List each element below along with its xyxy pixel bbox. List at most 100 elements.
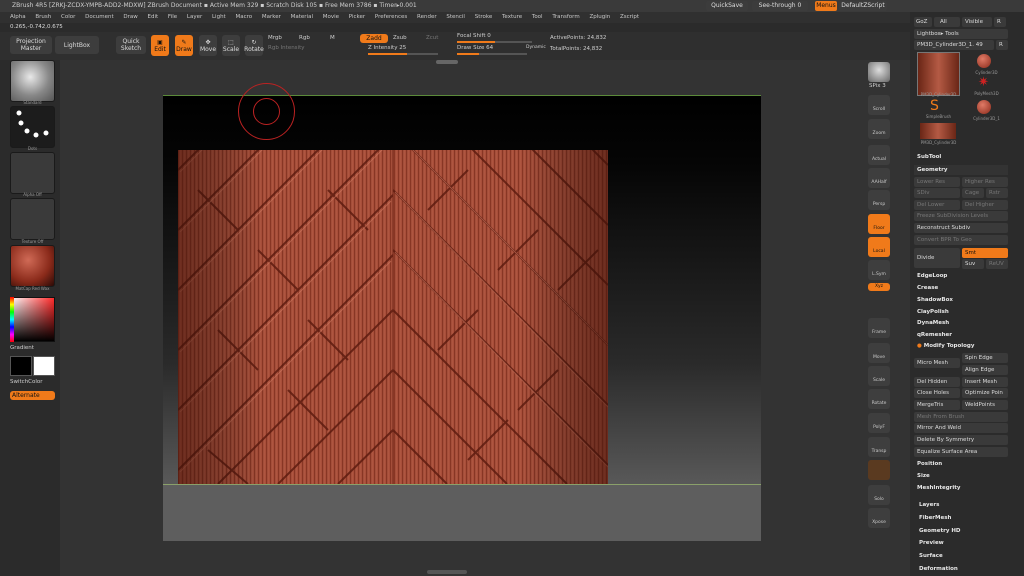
claypolish-header[interactable]: ClayPolish	[914, 307, 1008, 317]
menu-preferences[interactable]: Preferences	[375, 14, 407, 20]
zcut-button[interactable]: Zcut	[426, 35, 438, 41]
geometry-header[interactable]: Geometry	[914, 165, 1008, 175]
secondary-color-swatch[interactable]	[33, 356, 55, 376]
texture-off-thumb[interactable]	[10, 198, 55, 240]
mergetris-button[interactable]: MergeTris	[914, 400, 960, 410]
alternate-button[interactable]: Alternate	[10, 391, 55, 400]
del-lower-button[interactable]: Del Lower	[914, 200, 960, 210]
move-view-button[interactable]: Move	[868, 343, 890, 363]
modify-topology-header[interactable]: ● Modify Topology	[914, 341, 1008, 351]
polyframe-button[interactable]: PolyF	[868, 413, 890, 433]
lower-res-button[interactable]: Lower Res	[914, 177, 960, 187]
size-header[interactable]: Size	[914, 471, 1008, 481]
tool-thumb-pm3d-cylinder[interactable]	[917, 52, 960, 96]
convert-bpr-button[interactable]: Convert BPR To Geo	[914, 235, 1008, 245]
spin-edge-button[interactable]: Spin Edge	[962, 353, 1008, 363]
deformation-header[interactable]: Deformation	[916, 564, 1010, 574]
rgb-intensity-slider[interactable]: Rgb Intensity	[268, 45, 305, 51]
freeze-subdiv-button[interactable]: Freeze SubDivision Levels	[914, 211, 1008, 221]
focal-shift-slider[interactable]: Focal Shift 0	[457, 33, 491, 39]
xyz-rotate-button[interactable]: Xyz	[868, 283, 890, 291]
spix-slider[interactable]: SPix 3	[869, 83, 886, 89]
menu-macro[interactable]: Macro	[235, 14, 252, 20]
z-intensity-track[interactable]	[368, 53, 438, 55]
weldpoints-button[interactable]: WeldPoints	[962, 400, 1008, 410]
menu-layer[interactable]: Layer	[187, 14, 202, 20]
suv-toggle[interactable]: Suv	[962, 259, 984, 269]
menu-light[interactable]: Light	[212, 14, 226, 20]
gradient-toggle[interactable]: Gradient	[10, 345, 34, 351]
aahalf-button[interactable]: AAHalf	[868, 168, 890, 188]
menu-edit[interactable]: Edit	[148, 14, 159, 20]
menu-tool[interactable]: Tool	[532, 14, 543, 20]
focal-shift-track[interactable]	[457, 41, 532, 43]
menu-alpha[interactable]: Alpha	[10, 14, 26, 20]
z-intensity-slider[interactable]: Z Intensity 25	[368, 45, 406, 51]
rotate-mode-button[interactable]: ↻ Rotate	[244, 35, 264, 56]
rotate-view-button[interactable]: Rotate	[868, 389, 890, 409]
qremesher-header[interactable]: qRemesher	[914, 330, 1008, 340]
frame-button[interactable]: Frame	[868, 318, 890, 338]
polymesh-star-icon[interactable]: ✷	[978, 76, 989, 89]
dynamesh-header[interactable]: DynaMesh	[914, 318, 1008, 328]
shadowbox-header[interactable]: ShadowBox	[914, 295, 1008, 305]
reuv-button[interactable]: ReUV	[986, 259, 1008, 269]
solo-button[interactable]: Solo	[868, 485, 890, 505]
draw-mode-button[interactable]: ✎ Draw	[175, 35, 193, 56]
transp-button[interactable]: Transp	[868, 437, 890, 457]
bottom-scroll-handle[interactable]	[427, 570, 467, 574]
simplebrush-icon[interactable]: S	[930, 99, 939, 113]
layers-header[interactable]: Layers	[916, 500, 1010, 510]
switch-color-button[interactable]: SwitchColor	[10, 379, 43, 385]
see-through-slider[interactable]: See-through 0	[752, 1, 808, 11]
subtool-header[interactable]: SubTool	[914, 152, 1008, 163]
tool-thumb-cylinder3d[interactable]	[977, 54, 991, 68]
menu-draw[interactable]: Draw	[123, 14, 137, 20]
cage-button[interactable]: Cage	[962, 188, 984, 198]
menu-zscript[interactable]: Zscript	[620, 14, 639, 20]
menu-document[interactable]: Document	[85, 14, 114, 20]
color-picker[interactable]	[10, 297, 55, 342]
m-button[interactable]: M	[330, 35, 335, 41]
position-header[interactable]: Position	[914, 459, 1008, 469]
r-button[interactable]: R	[994, 17, 1006, 27]
menu-material[interactable]: Material	[291, 14, 313, 20]
tool-thumb-pm3d-cylinder-2[interactable]	[920, 123, 956, 139]
crease-header[interactable]: Crease	[914, 283, 1008, 293]
scroll-button[interactable]: Scroll	[868, 95, 890, 115]
goz-button[interactable]: GoZ	[914, 17, 932, 27]
menu-texture[interactable]: Texture	[502, 14, 522, 20]
dynamic-toggle[interactable]: Dynamic	[526, 45, 546, 50]
align-edge-button[interactable]: Align Edge	[962, 365, 1008, 375]
higher-res-button[interactable]: Higher Res	[962, 177, 1008, 187]
geometry-hd-header[interactable]: Geometry HD	[916, 526, 1010, 536]
lightbox-button[interactable]: LightBox	[55, 36, 99, 54]
quicksave-button[interactable]: QuickSave	[706, 1, 748, 11]
default-zscript-button[interactable]: DefaultZScript	[839, 1, 887, 11]
floor-button[interactable]: Floor	[868, 214, 890, 234]
persp-button[interactable]: Persp	[868, 190, 890, 210]
current-tool-slider[interactable]: PM3D_Cylinder3D_1. 49	[914, 40, 994, 50]
xpose-button[interactable]: Xpose	[868, 508, 890, 528]
stroke-dots-thumb[interactable]	[10, 106, 55, 148]
delete-by-symmetry-button[interactable]: Delete By Symmetry	[914, 435, 1008, 445]
surface-header[interactable]: Surface	[916, 551, 1010, 561]
menus-button[interactable]: Menus	[815, 1, 837, 11]
visible-button[interactable]: Visible	[962, 17, 992, 27]
optimize-points-button[interactable]: Optimize Poin	[962, 388, 1008, 398]
actual-button[interactable]: Actual	[868, 145, 890, 165]
lsym-button[interactable]: L.Sym	[868, 260, 890, 280]
close-holes-button[interactable]: Close Holes	[914, 388, 960, 398]
hue-strip[interactable]	[10, 297, 14, 342]
sdiv-slider[interactable]: SDiv	[914, 188, 960, 198]
quick-sketch-button[interactable]: Quick Sketch	[116, 36, 146, 54]
menu-zplugin[interactable]: Zplugin	[589, 14, 610, 20]
mrgb-button[interactable]: Mrgb	[268, 35, 282, 41]
material-matcap-thumb[interactable]	[10, 245, 55, 287]
fibermesh-header[interactable]: FiberMesh	[916, 513, 1010, 523]
current-tool-r-button[interactable]: R	[996, 40, 1008, 50]
draw-size-slider[interactable]: Draw Size 64	[457, 45, 493, 51]
del-hidden-button[interactable]: Del Hidden	[914, 377, 960, 387]
cylinder-mesh[interactable]	[178, 150, 608, 484]
top-scroll-handle[interactable]	[436, 60, 458, 64]
